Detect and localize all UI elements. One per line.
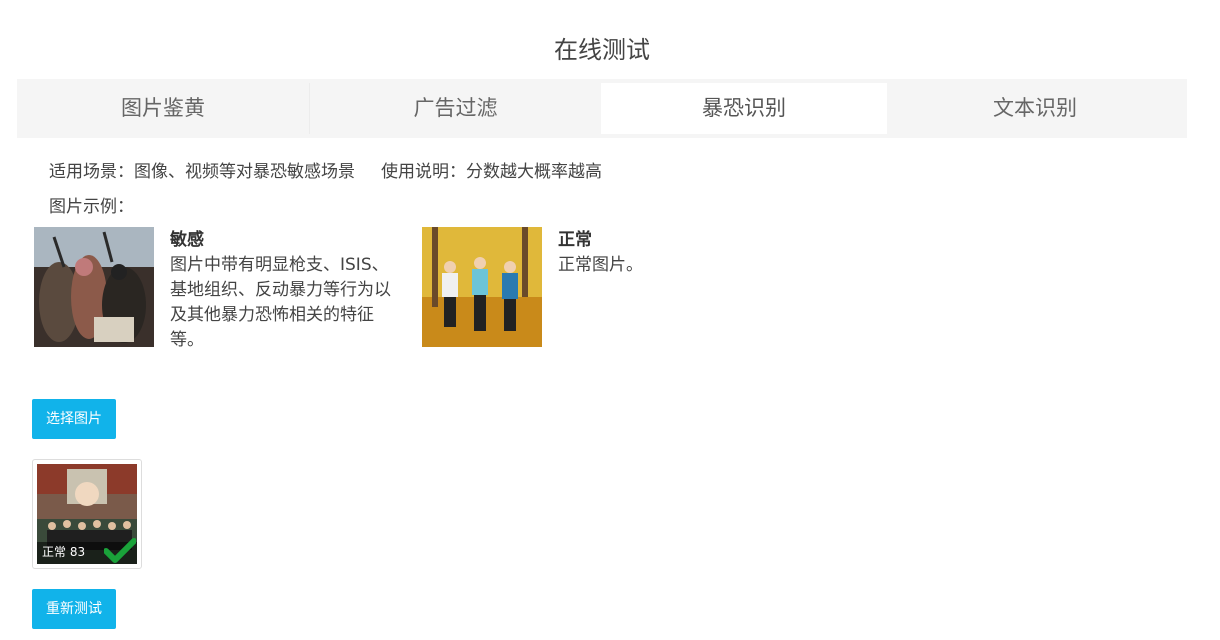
example-text-sensitive: 图片中带有明显枪支、ISIS、基地组织、反动暴力等行为以及其他暴力恐怖相关的特征… [170,255,391,350]
scenario-text: 适用场景：图像、视频等对暴恐敏感场景 [49,162,355,182]
example-title-normal: 正常 [558,230,592,250]
tab-text-detection[interactable]: 文本识别 [887,83,1183,134]
example-description-sensitive: 敏感 图片中带有明显枪支、ISIS、基地组织、反动暴力等行为以及其他暴力恐怖相关… [170,228,395,353]
example-text-normal: 正常图片。 [558,255,643,275]
example-title-sensitive: 敏感 [170,230,204,250]
normal-photo-illustration [422,227,542,347]
select-image-button[interactable]: 选择图片 [32,399,116,439]
tab-porn-detection[interactable]: 图片鉴黄 [17,83,310,134]
tab-terror-detection[interactable]: 暴恐识别 [601,83,887,134]
info-line: 适用场景：图像、视频等对暴恐敏感场景 使用说明：分数越大概率越高 [49,157,602,182]
page-title: 在线测试 [554,36,650,64]
sensitive-photo-illustration [34,227,154,347]
check-icon [104,538,136,563]
example-description-normal: 正常 正常图片。 [558,228,758,278]
tab-bar: 图片鉴黄 广告过滤 暴恐识别 文本识别 [17,79,1187,138]
retest-button[interactable]: 重新测试 [32,589,116,629]
tab-ad-filter[interactable]: 广告过滤 [310,83,601,134]
example-image-sensitive [34,227,154,347]
result-card: 正常 83 [32,459,142,569]
result-score-text: 正常 83 [42,545,86,559]
instructions-text: 使用说明：分数越大概率越高 [381,162,602,182]
result-thumbnail: 正常 83 [37,464,137,564]
example-image-normal [422,227,542,347]
examples-label: 图片示例： [49,197,134,217]
